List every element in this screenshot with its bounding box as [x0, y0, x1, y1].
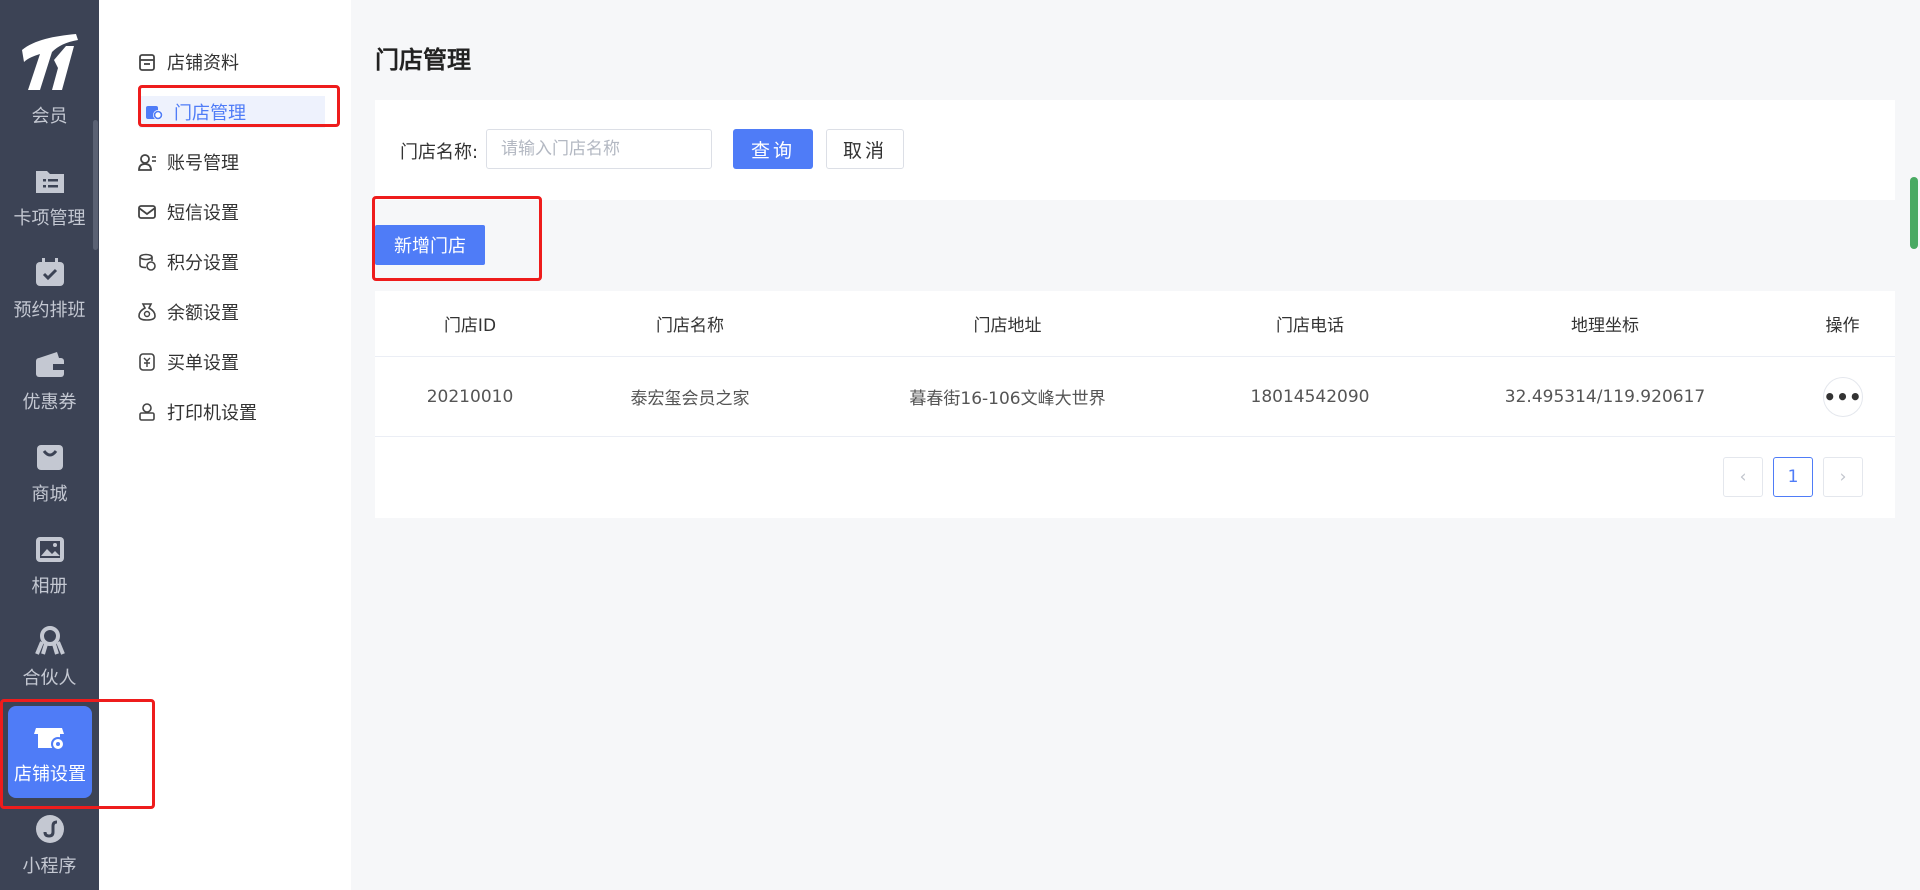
submenu-item-label: 买单设置 [167, 353, 239, 374]
submenu-item-balance[interactable]: 余额设置 [137, 296, 239, 328]
submenu-item-label: 短信设置 [167, 203, 239, 224]
rail-item-label: 优惠券 [22, 392, 77, 413]
rail-item-member[interactable]: 会员 [0, 96, 99, 136]
rail-item-miniprogram[interactable]: 小程序 [0, 812, 99, 890]
table-header: 门店ID 门店名称 门店地址 门店电话 地理坐标 操作 [375, 291, 1895, 357]
rail-item-album[interactable]: 相册 [0, 532, 99, 624]
sms-icon [138, 205, 156, 219]
column-header: 门店名称 [656, 316, 724, 336]
rail-item-label: 合伙人 [22, 668, 77, 689]
rail-item-label: 小程序 [22, 856, 77, 877]
submenu-item-checkout[interactable]: 买单设置 [137, 346, 239, 378]
submenu-item-label: 店铺资料 [167, 53, 239, 74]
next-page-button[interactable]: › [1823, 457, 1863, 497]
column-header: 门店电话 [1276, 316, 1344, 336]
image-icon [35, 537, 64, 562]
store-address-cell: 暮春街16-106文峰大世界 [909, 389, 1106, 409]
page-scrollbar[interactable] [1910, 177, 1918, 249]
submenu-item-label: 余额设置 [167, 303, 239, 324]
page-number-button[interactable]: 1 [1773, 457, 1813, 497]
checkout-icon [139, 353, 155, 371]
rail-item-cards[interactable]: 卡项管理 [0, 164, 99, 256]
balance-icon [138, 303, 156, 321]
brand-logo [22, 34, 78, 90]
column-header: 门店地址 [973, 316, 1042, 336]
rail-item-label: 商城 [31, 484, 68, 505]
pagination: ‹ 1 › [1723, 457, 1863, 497]
printer-icon [139, 403, 155, 421]
store-name-input[interactable] [486, 129, 712, 169]
rail-item-coupon[interactable]: 优惠券 [0, 348, 99, 440]
submenu-item-label: 积分设置 [167, 253, 239, 274]
column-header: 地理坐标 [1571, 316, 1639, 336]
rail-item-schedule[interactable]: 预约排班 [0, 256, 99, 348]
highlight-box [372, 196, 542, 281]
highlight-box [138, 85, 340, 127]
shop-info-icon [139, 54, 155, 71]
account-icon [138, 154, 156, 171]
submenu-item-points[interactable]: 积分设置 [137, 246, 239, 278]
coupon-icon [35, 352, 64, 377]
miniprogram-icon [35, 815, 64, 843]
actions-cell: ••• [1790, 376, 1895, 417]
column-header: 操作 [1825, 316, 1860, 336]
rail-item-mall[interactable]: 商城 [0, 440, 99, 532]
submenu-item-label: 账号管理 [167, 153, 239, 174]
submenu-item-printer[interactable]: 打印机设置 [137, 396, 257, 428]
cancel-button[interactable]: 取消 [826, 129, 904, 169]
rail-item-label: 相册 [31, 576, 68, 597]
points-icon [139, 253, 156, 271]
rail-item-label: 会员 [31, 106, 68, 127]
rail-item-label: 预约排班 [13, 300, 86, 321]
card-icon [35, 171, 64, 193]
highlight-box [0, 699, 155, 809]
store-phone-cell: 18014542090 [1250, 386, 1370, 407]
submenu-item-shop-info[interactable]: 店铺资料 [137, 46, 239, 78]
calendar-icon [35, 258, 64, 286]
store-name-label: 门店名称: [400, 142, 479, 163]
table-row: 20210010 泰宏玺会员之家 暮春街16-106文峰大世界 18014542… [375, 357, 1895, 437]
page-title: 门店管理 [375, 46, 471, 74]
submenu-item-sms[interactable]: 短信设置 [137, 196, 239, 228]
more-actions-icon[interactable]: ••• [1822, 376, 1863, 417]
bag-icon [36, 445, 63, 470]
query-button[interactable]: 查询 [733, 129, 813, 169]
partner-icon [34, 626, 65, 655]
store-id-cell: 20210010 [426, 386, 514, 407]
store-table: 门店ID 门店名称 门店地址 门店电话 地理坐标 操作 20210010 泰宏玺… [375, 291, 1895, 518]
geo-coordinate-cell: 32.495314/119.920617 [1504, 386, 1706, 407]
submenu-item-account[interactable]: 账号管理 [137, 146, 239, 178]
store-name-cell: 泰宏玺会员之家 [630, 389, 750, 409]
filter-bar: 门店名称: 查询 取消 [375, 100, 1895, 200]
column-header: 门店ID [443, 316, 497, 336]
prev-page-button[interactable]: ‹ [1723, 457, 1763, 497]
submenu-item-label: 打印机设置 [167, 403, 257, 424]
rail-item-label: 卡项管理 [13, 208, 86, 229]
